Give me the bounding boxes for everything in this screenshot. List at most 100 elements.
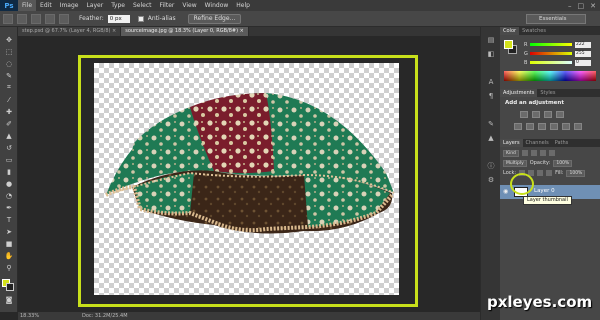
path-select-tool-icon[interactable]: ➤ — [4, 227, 14, 236]
channel-mixer-icon[interactable] — [574, 123, 582, 130]
slider-blue-value[interactable]: 0 — [575, 59, 591, 66]
maximize-icon[interactable]: □ — [578, 2, 585, 10]
lock-all-icon[interactable] — [546, 170, 553, 176]
visibility-eye-icon[interactable]: ◉ — [503, 189, 509, 195]
document-size[interactable]: Doc: 31.2M/25.4M — [42, 312, 128, 320]
exposure-icon[interactable] — [556, 111, 564, 118]
tab-step-psd[interactable]: step.psd @ 67.7% (Layer 4, RGB/8) × — [18, 27, 122, 36]
properties-icon[interactable]: ◧ — [486, 49, 496, 58]
zoom-tool-icon[interactable]: ⚲ — [4, 263, 14, 272]
zoom-level[interactable]: 18.33% — [18, 312, 42, 320]
curves-icon[interactable] — [544, 111, 552, 118]
tab-color[interactable]: Color — [500, 27, 520, 35]
slider-red-value[interactable]: 222 — [575, 41, 591, 48]
clone-source-icon[interactable]: ▲ — [486, 133, 496, 142]
canvas-area — [18, 36, 480, 312]
intersect-selection-icon[interactable] — [59, 13, 69, 24]
subtract-selection-icon[interactable] — [45, 13, 55, 24]
feather-input[interactable]: 0 px — [107, 14, 130, 23]
slider-red[interactable]: R 222 — [524, 41, 598, 48]
slider-green-value[interactable]: 255 — [575, 50, 591, 57]
character-icon[interactable]: A — [486, 77, 496, 86]
color-panel-tabs: Color Swatches — [500, 27, 600, 35]
info-icon[interactable]: ⓘ — [486, 161, 496, 170]
history-brush-tool-icon[interactable]: ↺ — [4, 143, 14, 152]
adjustments-panel-tabs: Adjustments Styles — [500, 89, 600, 97]
kind-filter-select[interactable]: Kind — [503, 149, 519, 157]
slider-blue-track[interactable] — [530, 61, 572, 64]
pixel-filter-icon[interactable] — [521, 150, 528, 156]
adjustment-filter-icon[interactable] — [530, 150, 537, 156]
dodge-tool-icon[interactable]: ◔ — [4, 191, 14, 200]
pen-tool-icon[interactable]: ✒ — [4, 203, 14, 212]
shape-filter-icon[interactable] — [548, 150, 555, 156]
levels-icon[interactable] — [532, 111, 540, 118]
tab-paths[interactable]: Paths — [552, 139, 572, 147]
refine-edge-button[interactable]: Refine Edge... — [187, 13, 242, 24]
slider-green[interactable]: G 255 — [524, 50, 598, 57]
slider-green-track[interactable] — [530, 52, 572, 55]
black-white-icon[interactable] — [550, 123, 558, 130]
gradient-tool-icon[interactable]: ▮ — [4, 167, 14, 176]
type-tool-icon[interactable]: T — [4, 215, 14, 224]
close-icon[interactable]: ✕ — [590, 2, 596, 10]
hand-tool-icon[interactable]: ✋ — [4, 251, 14, 260]
tab-adjustments[interactable]: Adjustments — [500, 89, 538, 97]
menu-file[interactable]: File — [18, 0, 37, 11]
menu-image[interactable]: Image — [56, 0, 83, 11]
slider-red-track[interactable] — [530, 43, 572, 46]
eyedropper-tool-icon[interactable]: ⁄ — [4, 95, 14, 104]
menu-layer[interactable]: Layer — [82, 0, 107, 11]
slider-blue[interactable]: B 0 — [524, 59, 598, 66]
blend-mode-select[interactable]: Multiply — [503, 159, 527, 167]
eraser-tool-icon[interactable]: ▭ — [4, 155, 14, 164]
layer-name[interactable]: Layer 0 — [534, 188, 555, 194]
menu-type[interactable]: Type — [107, 0, 129, 11]
background-color-swatch[interactable] — [6, 283, 14, 291]
hue-saturation-icon[interactable] — [526, 123, 534, 130]
color-panel-foreground-swatch[interactable] — [504, 40, 513, 49]
clone-stamp-tool-icon[interactable]: ▲ — [4, 131, 14, 140]
menu-edit[interactable]: Edit — [36, 0, 56, 11]
lasso-tool-icon[interactable]: ◌ — [4, 59, 14, 68]
blur-tool-icon[interactable]: ● — [4, 179, 14, 188]
antialias-checkbox[interactable] — [137, 15, 144, 22]
menu-view[interactable]: View — [178, 0, 200, 11]
history-icon[interactable]: ▤ — [486, 35, 496, 44]
paragraph-icon[interactable]: ¶ — [486, 91, 496, 100]
tool-presets-icon[interactable]: ⚙ — [486, 175, 496, 184]
minimize-icon[interactable]: – — [568, 2, 572, 10]
workspace-select[interactable]: Essentials — [526, 14, 586, 24]
photoshop-logo-icon: Ps — [0, 0, 18, 11]
tab-sourceimage[interactable]: sourceimage.jpg @ 18.3% (Layer 0, RGB/8#… — [121, 27, 249, 36]
add-selection-icon[interactable] — [31, 13, 41, 24]
shape-tool-icon[interactable]: ■ — [4, 239, 14, 248]
type-filter-icon[interactable] — [539, 150, 546, 156]
menu-filter[interactable]: Filter — [156, 0, 179, 11]
brightness-contrast-icon[interactable] — [520, 111, 528, 118]
menu-select[interactable]: Select — [129, 0, 156, 11]
document-canvas[interactable] — [94, 63, 399, 295]
brush-presets-icon[interactable]: ✎ — [486, 119, 496, 128]
quick-select-tool-icon[interactable]: ✎ — [4, 71, 14, 80]
marquee-tool-icon[interactable]: ⬚ — [4, 47, 14, 56]
fill-input[interactable]: 100% — [566, 169, 586, 177]
quick-mask-icon[interactable]: ◙ — [4, 295, 14, 304]
tab-styles[interactable]: Styles — [537, 89, 558, 97]
tool-preset-icon[interactable] — [3, 13, 13, 24]
move-tool-icon[interactable]: ✥ — [4, 35, 14, 44]
crop-tool-icon[interactable]: ⌗ — [4, 83, 14, 92]
tab-channels[interactable]: Channels — [523, 139, 552, 147]
menu-help[interactable]: Help — [232, 0, 254, 11]
color-balance-icon[interactable] — [538, 123, 546, 130]
vibrance-icon[interactable] — [514, 123, 522, 130]
tab-swatches[interactable]: Swatches — [519, 27, 549, 35]
opacity-input[interactable]: 100% — [553, 159, 573, 167]
healing-brush-tool-icon[interactable]: ✚ — [4, 107, 14, 116]
lock-position-icon[interactable] — [537, 170, 544, 176]
menu-window[interactable]: Window — [201, 0, 233, 11]
brush-tool-icon[interactable]: ✐ — [4, 119, 14, 128]
photo-filter-icon[interactable] — [562, 123, 570, 130]
new-selection-icon[interactable] — [17, 13, 27, 24]
tab-layers[interactable]: Layers — [500, 139, 523, 147]
